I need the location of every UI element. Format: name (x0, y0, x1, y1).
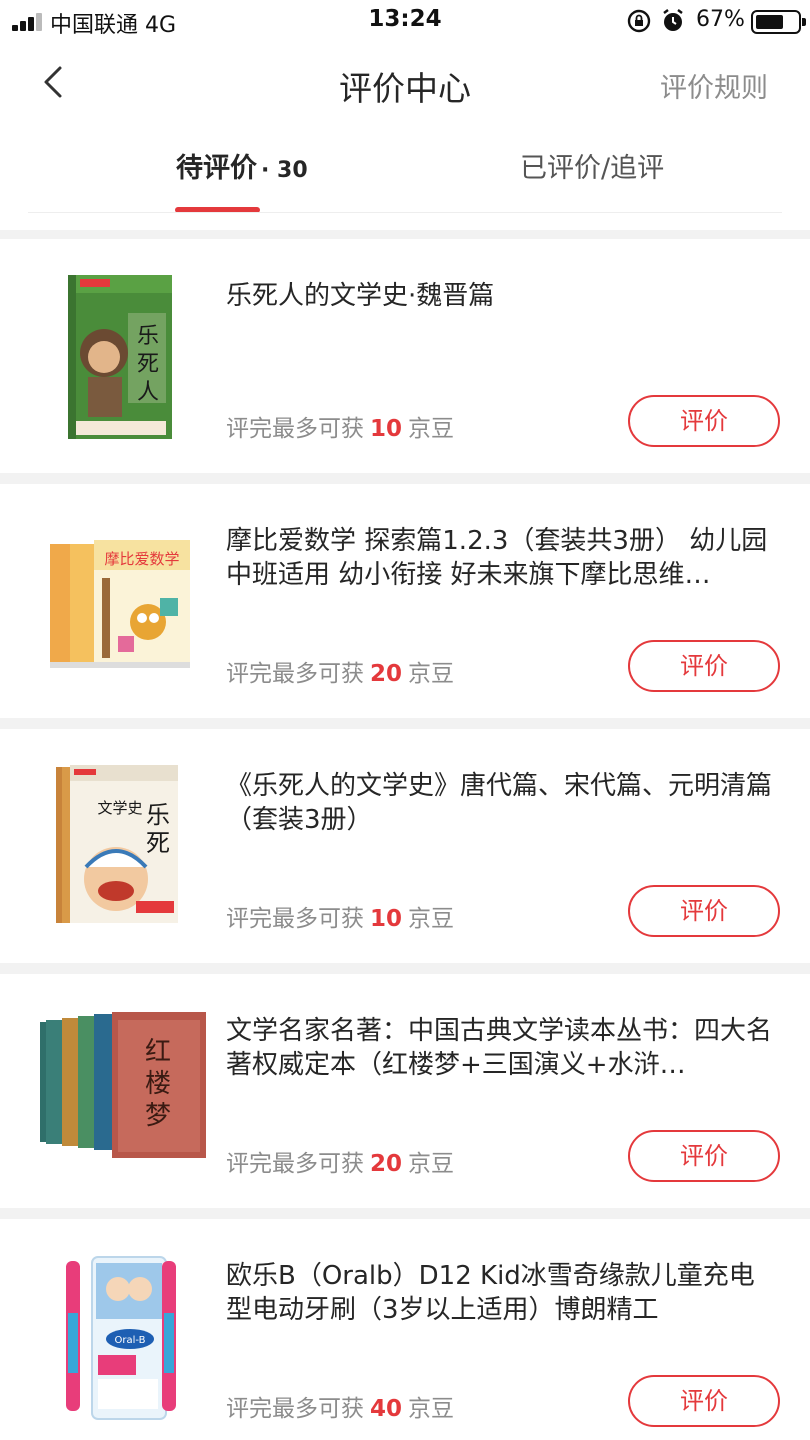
bean-count: 20 (370, 1151, 403, 1177)
status-time: 13:24 (368, 6, 442, 32)
svg-text:梦: 梦 (145, 1101, 171, 1131)
product-item: 乐 死 人 乐死人的文学史·魏晋篇 评完最多可获 10 京豆 评价 (0, 239, 810, 473)
product-name[interactable]: 乐死人的文学史·魏晋篇 (226, 279, 776, 313)
rate-button[interactable]: 评价 (628, 395, 780, 447)
rate-button[interactable]: 评价 (628, 640, 780, 692)
tab-pending-count: · 30 (261, 158, 308, 183)
svg-text:乐: 乐 (137, 324, 159, 349)
alarm-icon (663, 9, 683, 31)
rate-button[interactable]: 评价 (628, 1375, 780, 1427)
reward-suffix: 京豆 (408, 1151, 455, 1177)
svg-text:乐: 乐 (146, 801, 170, 829)
reward-prefix: 评完最多可获 (226, 661, 364, 687)
product-item: 红 楼 梦 文学名家名著：中国古典文学读本丛书：四大名著权威定本（红楼梦+三国演… (0, 974, 810, 1208)
svg-text:红: 红 (145, 1037, 171, 1067)
bean-reward: 评完最多可获 10 京豆 (226, 409, 454, 443)
reward-prefix: 评完最多可获 (226, 416, 364, 442)
tab-divider (28, 212, 782, 213)
reward-prefix: 评完最多可获 (226, 1151, 364, 1177)
product-name[interactable]: 《乐死人的文学史》唐代篇、宋代篇、元明清篇（套装3册） (226, 769, 776, 837)
bean-count: 20 (370, 661, 403, 687)
product-image[interactable]: 乐 死 人 (40, 273, 210, 443)
product-image[interactable]: Oral-B (40, 1253, 210, 1423)
product-item: Oral-B 欧乐B（Oralb）D12 Kid冰雪奇缘款儿童充电型电动牙刷（3… (0, 1219, 810, 1440)
reward-suffix: 京豆 (408, 1396, 455, 1422)
svg-text:楼: 楼 (145, 1069, 171, 1099)
svg-text:人: 人 (137, 380, 159, 405)
status-bar: 中国联通 4G 13:24 67% (0, 0, 810, 44)
product-image[interactable]: 红 楼 梦 (40, 1008, 210, 1178)
bean-reward: 评完最多可获 10 京豆 (226, 899, 454, 933)
tab-pending[interactable]: 待评价 · 30 (176, 146, 308, 185)
rate-button[interactable]: 评价 (628, 1130, 780, 1182)
product-item: 摩比爱数学 摩比爱数学 探索篇1.2.3（套装共3册） 幼儿园中班适用 幼小衔接… (0, 484, 810, 718)
reward-suffix: 京豆 (408, 906, 455, 932)
rating-rules-link[interactable]: 评价规则 (660, 66, 768, 105)
svg-text:文学史: 文学史 (97, 799, 142, 817)
rate-button[interactable]: 评价 (628, 885, 780, 937)
tab-pending-label: 待评价 (176, 153, 257, 184)
svg-text:摩比爱数学: 摩比爱数学 (104, 550, 179, 568)
product-image[interactable]: 摩比爱数学 (40, 518, 210, 688)
svg-text:Oral-B: Oral-B (114, 1335, 145, 1346)
reward-suffix: 京豆 (408, 416, 455, 442)
reward-prefix: 评完最多可获 (226, 906, 364, 932)
bean-count: 10 (370, 416, 403, 442)
reward-suffix: 京豆 (408, 661, 455, 687)
battery-percent: 67% (696, 7, 745, 32)
svg-text:死: 死 (146, 829, 170, 857)
bean-count: 40 (370, 1396, 403, 1422)
product-item: 文学史 乐 死 《乐死人的文学史》唐代篇、宋代篇、元明清篇（套装3册） 评完最多… (0, 729, 810, 963)
svg-text:死: 死 (137, 352, 159, 377)
tab-bar: 待评价 · 30 已评价/追评 (0, 120, 810, 230)
product-image[interactable]: 文学史 乐 死 (40, 763, 210, 933)
bean-reward: 评完最多可获 20 京豆 (226, 1144, 454, 1178)
product-name[interactable]: 文学名家名著：中国古典文学读本丛书：四大名著权威定本（红楼梦+三国演义+水浒… (226, 1014, 776, 1082)
rotation-lock-icon (627, 9, 651, 33)
reward-prefix: 评完最多可获 (226, 1396, 364, 1422)
bean-reward: 评完最多可获 40 京豆 (226, 1389, 454, 1423)
bean-reward: 评完最多可获 20 京豆 (226, 654, 454, 688)
battery-icon (751, 10, 806, 34)
nav-bar: 评价中心 评价规则 (0, 44, 810, 120)
tab-reviewed[interactable]: 已评价/追评 (520, 146, 664, 185)
product-name[interactable]: 摩比爱数学 探索篇1.2.3（套装共3册） 幼儿园中班适用 幼小衔接 好未来旗下… (226, 524, 776, 592)
bean-count: 10 (370, 906, 403, 932)
product-name[interactable]: 欧乐B（Oralb）D12 Kid冰雪奇缘款儿童充电型电动牙刷（3岁以上适用）博… (226, 1259, 776, 1327)
